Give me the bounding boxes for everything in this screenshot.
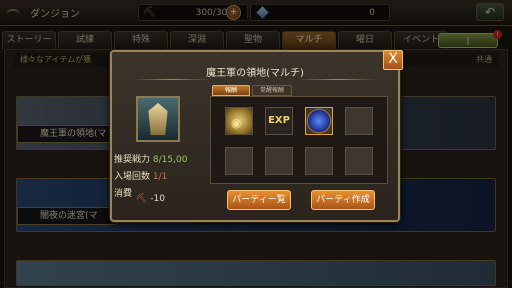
tab-reward[interactable]: 報酬 bbox=[212, 85, 250, 96]
dialog-title: 魔王軍の領地(マルチ) bbox=[206, 68, 304, 79]
title-ornament-right bbox=[298, 79, 378, 80]
orb-reward-slot[interactable] bbox=[305, 107, 333, 135]
empty-reward-slot bbox=[265, 147, 293, 175]
entry-label: 入場回数 bbox=[114, 172, 151, 182]
cost-value: -10 bbox=[150, 194, 166, 204]
tab-awakening-reward[interactable]: 覚醒報酬 bbox=[252, 85, 292, 96]
party-create-button[interactable]: パーティ作成 bbox=[311, 190, 375, 210]
gold-coins-icon: ◉ bbox=[231, 116, 242, 130]
cost-label: 消費 bbox=[114, 189, 133, 199]
boss-portrait bbox=[136, 96, 180, 142]
entry-value: 1/1 bbox=[152, 172, 168, 182]
cost-value-row: ⛏ -10 bbox=[136, 194, 165, 204]
empty-reward-slot bbox=[305, 147, 333, 175]
empty-reward-slot bbox=[345, 107, 373, 135]
empty-reward-slot bbox=[225, 147, 253, 175]
close-button[interactable]: X bbox=[383, 50, 403, 70]
armored-knight-icon bbox=[148, 103, 168, 135]
cost-row: 消費 bbox=[114, 186, 132, 199]
power-label: 推奨戦力 bbox=[114, 155, 151, 165]
stamina-icon: ⛏ bbox=[136, 194, 148, 204]
gold-reward-slot[interactable]: ◉ bbox=[225, 107, 253, 135]
entry-count-row: 入場回数 1/1 bbox=[114, 169, 167, 182]
power-value: 8/15,00 bbox=[152, 155, 188, 165]
empty-reward-slot bbox=[345, 147, 373, 175]
title-ornament-left bbox=[132, 79, 212, 80]
exp-reward-slot[interactable]: EXP bbox=[265, 107, 293, 135]
party-list-button[interactable]: パーティー覧 bbox=[227, 190, 291, 210]
reward-panel: ◉ EXP bbox=[210, 96, 388, 184]
recommended-power-row: 推奨戦力 8/15,00 bbox=[114, 152, 187, 165]
